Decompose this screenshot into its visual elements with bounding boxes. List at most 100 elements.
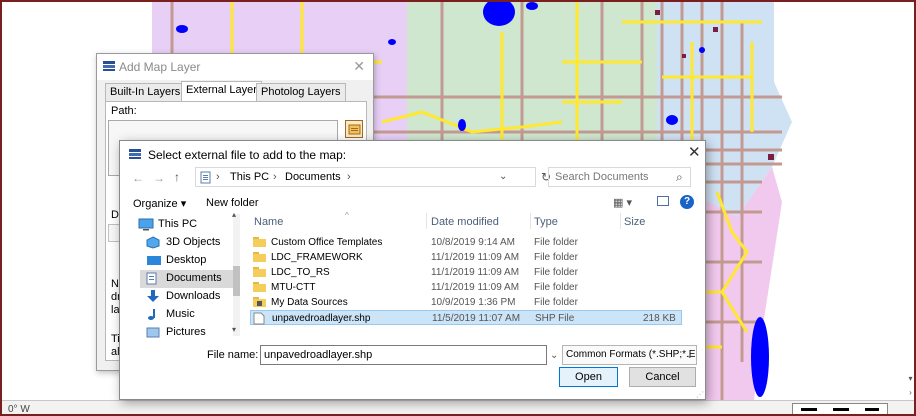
back-arrow-icon[interactable]: ← — [132, 171, 144, 185]
file-list: ^ Name Date modified Type Size Custom Of… — [250, 211, 700, 336]
folder-icon — [252, 266, 267, 281]
music-icon — [146, 308, 160, 324]
file-name: Custom Office Templates — [271, 237, 383, 248]
close-icon[interactable]: ✕ — [353, 58, 365, 75]
file-date: 11/1/2019 11:09 AM — [431, 252, 520, 263]
status-bar: 0° W — [2, 400, 914, 415]
file-name-input[interactable] — [260, 345, 547, 365]
resize-grip-icon[interactable]: ⋰ — [696, 390, 704, 399]
file-type: File folder — [534, 252, 578, 263]
nav-item-label: 3D Objects — [166, 236, 221, 248]
nav-item-label: Pictures — [166, 326, 206, 338]
chevron-down-icon[interactable]: ⌄ — [550, 350, 558, 361]
file-date: 11/1/2019 11:09 AM — [431, 267, 520, 278]
scrollbar-thumb[interactable] — [233, 266, 240, 296]
folder-icon — [252, 281, 267, 296]
data-sources-folder-icon — [252, 296, 267, 311]
nav-item-label: Music — [166, 308, 195, 320]
file-type: File folder — [534, 297, 578, 308]
file-name: LDC_FRAMEWORK — [271, 252, 363, 263]
file-date: 10/8/2019 9:14 AM — [431, 237, 515, 248]
documents-icon — [146, 272, 158, 288]
close-icon[interactable]: ✕ — [688, 143, 701, 161]
search-input[interactable]: Search Documents — [555, 171, 649, 183]
map-scroll-down-icon[interactable]: ▾ — [905, 374, 914, 388]
file-size: 218 KB — [643, 313, 676, 324]
column-header-size[interactable]: Size — [624, 216, 645, 228]
open-button[interactable]: Open — [559, 367, 618, 387]
file-name: LDC_TO_RS — [271, 267, 330, 278]
file-name: unpavedroadlayer.shp — [272, 313, 371, 324]
coordinate-readout: 0° W — [8, 404, 30, 415]
help-icon[interactable]: ? — [680, 195, 694, 209]
path-label: Path: — [111, 105, 137, 117]
column-header-name[interactable]: Name — [254, 216, 283, 228]
nav-item-label: Downloads — [166, 290, 221, 302]
column-header-date-modified[interactable]: Date modified — [431, 216, 499, 228]
file-type: SHP File — [535, 313, 575, 324]
sort-arrow-icon: ^ — [345, 211, 349, 220]
chevron-down-icon[interactable]: ▾ — [232, 325, 236, 334]
breadcrumb-documents[interactable]: Documents — [285, 171, 341, 183]
select-file-dialog: Select external file to add to the map: … — [119, 140, 706, 400]
layer-stack-icon — [102, 60, 116, 75]
search-icon[interactable]: ⌕ — [676, 170, 683, 185]
file-row-selected[interactable]: unpavedroadlayer.shp 11/5/2019 11:07 AM … — [250, 310, 682, 325]
file-row[interactable]: LDC_TO_RS 11/1/2019 11:09 AM File folder — [250, 265, 682, 280]
file-name: MTU-CTT — [271, 282, 316, 293]
browse-button[interactable] — [345, 120, 363, 138]
file-row[interactable]: My Data Sources 10/9/2019 1:36 PM File f… — [250, 295, 682, 310]
search-box[interactable]: Search Documents ⌕ — [548, 167, 691, 187]
breadcrumb-separator: › — [216, 171, 220, 183]
navigation-pane: This PC 3D Objects Desktop Documents Dow… — [128, 210, 240, 338]
preview-pane-icon[interactable] — [657, 196, 669, 206]
column-header-type[interactable]: Type — [534, 216, 558, 228]
file-type: File folder — [534, 282, 578, 293]
download-icon — [146, 290, 160, 306]
new-folder-button[interactable]: New folder — [206, 197, 259, 209]
map-scale-bar — [792, 403, 888, 414]
add-map-layer-titlebar: Add Map Layer ✕ — [97, 54, 373, 80]
up-arrow-icon[interactable]: ↑ — [174, 170, 180, 184]
column-separator — [620, 213, 621, 229]
nav-item-label: This PC — [158, 218, 198, 230]
column-separator — [426, 213, 427, 229]
tab-external-layer[interactable]: External Layer — [181, 81, 262, 102]
folder-icon — [252, 251, 267, 266]
chevron-down-icon[interactable]: ⌄ — [499, 171, 507, 182]
cancel-button[interactable]: Cancel — [629, 367, 696, 387]
file-row[interactable]: MTU-CTT 11/1/2019 11:09 AM File folder — [250, 280, 682, 295]
dialog-title: Select external file to add to the map: — [148, 148, 347, 162]
address-bar[interactable]: › This PC › Documents › ⌄ — [195, 167, 536, 187]
tab-built-in-layers[interactable]: Built-In Layers — [105, 83, 186, 101]
desktop-icon — [146, 254, 162, 270]
folder-icon — [252, 236, 267, 251]
organize-button[interactable]: Organize ▾ — [133, 197, 186, 210]
file-type: File folder — [534, 267, 578, 278]
breadcrumb-separator: › — [273, 171, 277, 183]
tab-photolog-layers[interactable]: Photolog Layers — [256, 83, 346, 101]
file-date: 11/5/2019 11:07 AM — [432, 313, 521, 324]
file-date: 10/9/2019 1:36 PM — [431, 297, 516, 308]
map-scroll-right-icon[interactable]: › — [905, 388, 914, 400]
file-row[interactable]: Custom Office Templates 10/8/2019 9:14 A… — [250, 235, 682, 250]
file-row[interactable]: LDC_FRAMEWORK 11/1/2019 11:09 AM File fo… — [250, 250, 682, 265]
breadcrumb-this-pc[interactable]: This PC — [230, 171, 269, 183]
file-name-label: File name: — [207, 349, 259, 361]
file-date: 11/1/2019 11:09 AM — [431, 282, 520, 293]
file-icon — [253, 312, 265, 328]
layer-stack-icon — [128, 148, 142, 163]
view-options-icon[interactable]: ▦ ▾ — [613, 196, 632, 209]
chevron-up-icon[interactable]: ▴ — [232, 210, 236, 219]
file-type: File folder — [534, 237, 578, 248]
nav-pane-scrollbar[interactable]: ▴ ▾ — [232, 210, 240, 336]
documents-icon — [200, 171, 212, 187]
app-window: ▾ › 0° W Add Map Layer ✕ Built-In Layers… — [0, 0, 916, 416]
open-folder-icon — [348, 124, 361, 135]
nav-item-label: Desktop — [166, 254, 207, 266]
chevron-down-icon[interactable]: ⌄ — [686, 350, 694, 361]
forward-arrow-icon[interactable]: → — [153, 171, 165, 185]
file-type-select[interactable]: Common Formats (*.SHP;*.ECW — [562, 345, 697, 365]
nav-item-label: Documents — [166, 272, 222, 284]
nav-item-documents[interactable]: Documents — [140, 270, 240, 288]
